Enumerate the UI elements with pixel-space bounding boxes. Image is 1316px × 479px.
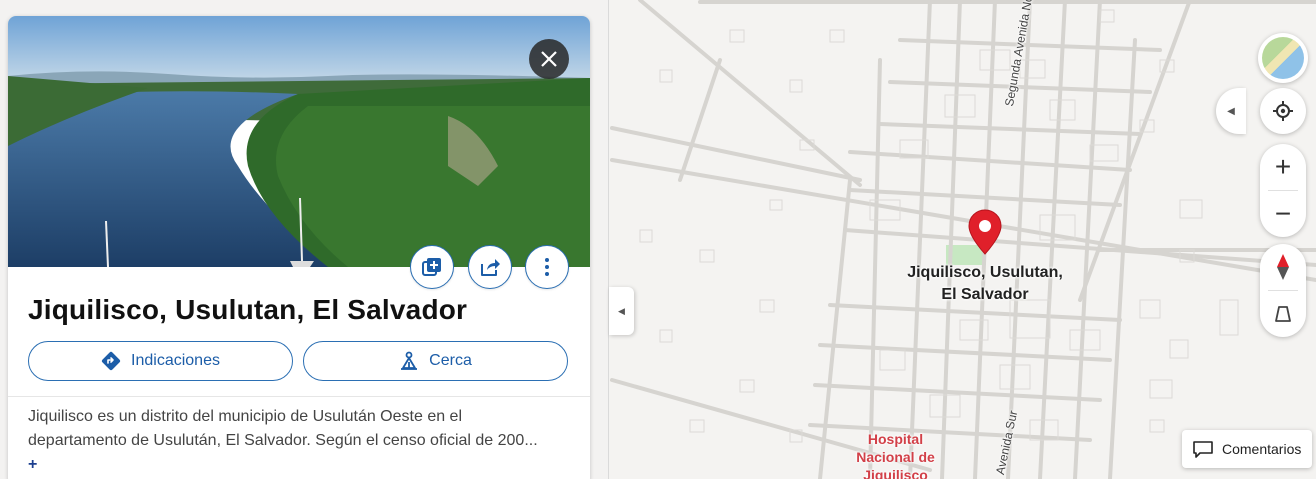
map-style-button[interactable] <box>1258 33 1308 83</box>
save-to-collection-button[interactable] <box>410 245 454 289</box>
tilt-button[interactable] <box>1260 291 1306 337</box>
more-options-button[interactable] <box>525 245 569 289</box>
share-icon <box>481 259 500 276</box>
directions-icon <box>101 351 121 371</box>
tilt-icon <box>1275 306 1291 322</box>
my-location-button[interactable] <box>1260 88 1306 134</box>
chevron-left-icon: ◀ <box>618 305 625 316</box>
feedback-label: Comentarios <box>1222 441 1302 457</box>
map-style-thumbnail-icon <box>1262 37 1304 79</box>
nearby-person-icon <box>401 351 418 370</box>
description-text: Jiquilisco es un distrito del municipio … <box>28 408 538 449</box>
share-button[interactable] <box>468 245 512 289</box>
poi-hospital-label[interactable]: Hospital Nacional de Jiquilisco <box>838 430 953 479</box>
chevron-left-icon: ◀ <box>1227 105 1235 117</box>
compass-icon <box>1277 254 1289 280</box>
panel-divider <box>608 0 609 479</box>
directions-label: Indicaciones <box>131 352 220 369</box>
collapse-panel-button[interactable]: ◀ <box>609 287 634 335</box>
zoom-out-button[interactable]: − <box>1260 191 1306 237</box>
close-button[interactable] <box>529 39 569 79</box>
expand-description-button[interactable]: + <box>28 456 37 473</box>
feedback-button[interactable]: Comentarios <box>1182 430 1312 468</box>
zoom-in-button[interactable]: + <box>1260 144 1306 190</box>
nearby-button[interactable]: Cerca <box>303 341 568 381</box>
city-label-line2: El Salvador <box>941 286 1029 303</box>
orientation-controls <box>1260 244 1306 337</box>
more-vertical-icon <box>545 258 549 276</box>
close-icon <box>541 51 557 67</box>
city-map-label: Jiquilisco, Usulutan, El Salvador <box>895 262 1075 306</box>
comment-icon <box>1193 441 1213 458</box>
poi-label-line1: Hospital <box>867 431 924 447</box>
place-description: Jiquilisco es un distrito del municipio … <box>28 405 548 477</box>
place-title: Jiquilisco, Usulutan, El Salvador <box>28 294 468 325</box>
poi-label-line2: Nacional de <box>856 449 935 465</box>
place-hero-image[interactable] <box>8 16 590 267</box>
section-divider <box>8 396 590 397</box>
compass-button[interactable] <box>1260 244 1306 290</box>
zoom-controls: + − <box>1260 144 1306 237</box>
collection-add-icon <box>422 258 441 276</box>
place-card: Jiquilisco, Usulutan, El Salvador Indica… <box>8 16 590 479</box>
poi-label-line3: Jiquilisco <box>863 467 928 479</box>
landscape-photo <box>8 16 590 267</box>
locate-icon <box>1273 101 1293 121</box>
directions-button[interactable]: Indicaciones <box>28 341 293 381</box>
location-pin-icon[interactable] <box>967 208 1003 256</box>
nearby-label: Cerca <box>429 352 472 369</box>
city-label-line1: Jiquilisco, Usulutan, <box>907 264 1063 281</box>
